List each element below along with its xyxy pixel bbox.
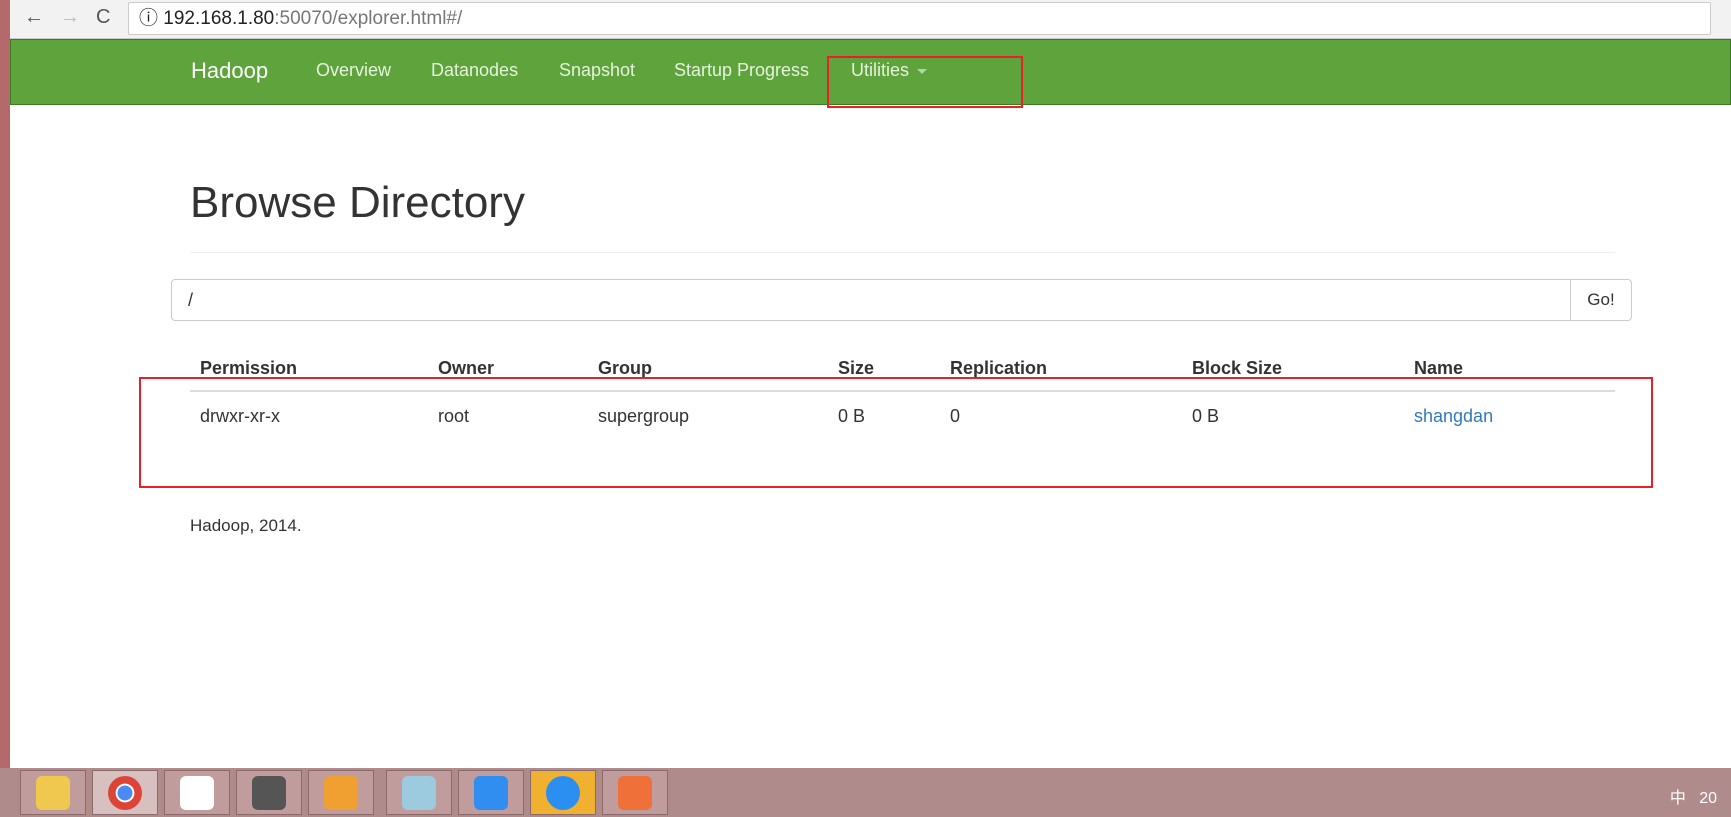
nav-snapshot[interactable]: Snapshot — [559, 60, 635, 81]
taskbar-remote-desktop[interactable] — [236, 770, 302, 815]
nav-overview[interactable]: Overview — [316, 60, 391, 81]
path-input[interactable]: / — [171, 279, 1571, 321]
taskbar-vmware[interactable] — [308, 770, 374, 815]
taskbar: 中 20 — [0, 768, 1731, 817]
reload-icon[interactable]: C — [96, 6, 110, 29]
taskbar-file-explorer[interactable] — [20, 770, 86, 815]
forward-icon[interactable]: → — [60, 6, 80, 29]
back-icon[interactable]: ← — [24, 6, 44, 29]
divider — [190, 252, 1615, 253]
highlight-box-row — [139, 377, 1653, 488]
address-bar[interactable]: ⓘ 192.168.1.80:50070/explorer.html#/ — [128, 2, 1711, 35]
nav-datanodes[interactable]: Datanodes — [431, 60, 518, 81]
folder-icon — [36, 775, 70, 810]
chrome-icon — [108, 775, 142, 810]
col-block-size[interactable]: Block Size — [1192, 358, 1282, 379]
col-owner[interactable]: Owner — [438, 358, 494, 379]
taskbar-chrome[interactable] — [92, 770, 158, 815]
taskbar-dingtalk[interactable] — [530, 770, 596, 815]
col-permission[interactable]: Permission — [200, 358, 297, 379]
netdisk-icon — [180, 775, 214, 810]
taskbar-wps-presentation[interactable] — [602, 770, 668, 815]
taskbar-notepad[interactable] — [386, 770, 452, 815]
taskbar-baidu-netdisk[interactable] — [164, 770, 230, 815]
system-tray: 中 20 — [1670, 784, 1717, 808]
url-path: :50070/explorer.html#/ — [274, 8, 463, 29]
vmware-icon — [324, 775, 358, 810]
presentation-icon — [618, 775, 652, 810]
ime-indicator[interactable]: 中 — [1670, 790, 1686, 807]
url-host: 192.168.1.80 — [163, 8, 275, 29]
window-edge — [0, 0, 10, 768]
brand-link[interactable]: Hadoop — [191, 58, 268, 84]
go-button[interactable]: Go! — [1570, 279, 1632, 321]
wps-icon — [474, 775, 508, 810]
page-title: Browse Directory — [190, 178, 525, 227]
col-size[interactable]: Size — [838, 358, 874, 379]
clock[interactable]: 20 — [1699, 790, 1717, 807]
remote-icon — [252, 775, 286, 810]
browser-toolbar: ← → C ⓘ 192.168.1.80:50070/explorer.html… — [10, 0, 1731, 39]
col-replication[interactable]: Replication — [950, 358, 1047, 379]
notepad-icon — [402, 775, 436, 810]
highlight-box-utilities — [827, 56, 1023, 108]
col-group[interactable]: Group — [598, 358, 652, 379]
nav-startup-progress[interactable]: Startup Progress — [674, 60, 809, 81]
dingtalk-icon — [546, 775, 580, 810]
taskbar-wps[interactable] — [458, 770, 524, 815]
col-name[interactable]: Name — [1414, 358, 1463, 379]
footer: Hadoop, 2014. — [190, 516, 302, 535]
info-icon[interactable]: ⓘ — [139, 8, 158, 29]
